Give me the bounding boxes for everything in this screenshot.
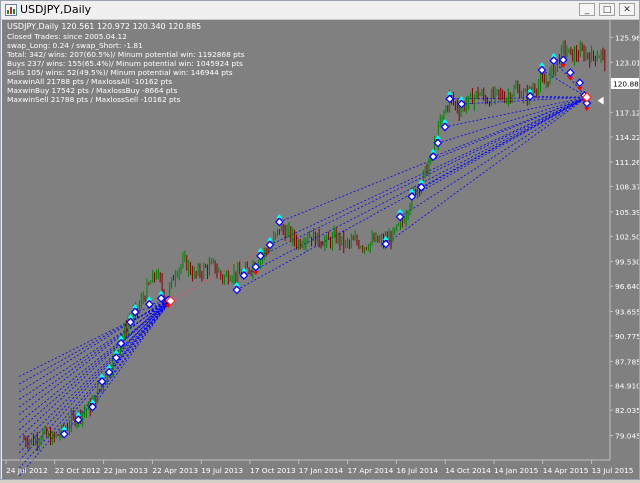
time-tick-label: 24 Jul 2012 [6,466,48,475]
trade-line [530,95,587,98]
buy-arrow-icon [441,118,448,123]
buy-arrow-icon [276,213,283,218]
buy-arrow-icon [397,208,404,213]
sell-entry-marker [575,78,585,88]
trade-line [18,297,171,438]
price-tick-label: 96.640 [615,282,639,291]
buy-entry-marker [256,251,265,261]
buy-arrow-icon [538,62,545,67]
sell-arrow-icon [567,76,574,81]
sell-arrow-icon [583,107,590,112]
time-tick-label: 17 Jan 2014 [299,466,344,475]
price-tick-label: 99.530 [615,258,639,267]
buy-entry-marker [116,338,126,348]
buy-arrow-icon [233,281,240,286]
trade-line [19,298,171,408]
trade-line [19,298,171,385]
buy-arrow-icon [257,247,264,252]
trade-line [19,297,171,393]
trade-line [19,297,171,415]
price-tick-label: 114.225 [615,133,639,142]
window-title: USDJPY,Daily [20,3,92,16]
time-tick-label: 14 Apr 2015 [543,466,589,475]
trade-line [18,300,171,446]
buy-arrow-icon [550,52,557,57]
buy-entry-marker [433,138,443,148]
trade-line [19,300,171,377]
buy-entry-marker [407,192,417,201]
buy-arrow-icon [117,335,124,340]
trade-line [433,96,588,158]
sell-exit-arrow-icon [597,96,604,105]
price-tick-label: 93.655 [615,307,639,316]
price-tick-label: 111.260 [615,158,639,167]
current-price-label: 120.885 [613,80,639,89]
info-line-sells: Sells 105/ wins: 52(49.5%)/ Minum potent… [7,68,233,77]
sell-arrow-icon [576,86,583,91]
chart-window-icon [5,4,17,16]
info-line-swap: swap_Long: 0.24 / swap_Short: -1.81 [7,41,143,50]
info-line-maxwin-all: MaxwinAll 21788 pts / MaxlossAll -10162 … [7,77,172,86]
chart-window: USDJPY,Daily _ □ ✕ USDJPY,Daily 120.561 … [0,0,640,480]
price-tick-label: 117.125 [615,108,639,117]
price-tick-label: 87.785 [615,357,639,366]
buy-entry-marker [265,240,275,250]
time-tick-label: 17 Apr 2014 [348,466,394,475]
price-tick-label: 125.965 [615,33,639,42]
trade-line [18,298,171,477]
buy-arrow-icon [458,96,465,101]
buy-arrow-icon [446,90,453,95]
buy-entry-marker [232,285,242,295]
chart-canvas[interactable]: USDJPY,Daily 120.561 120.972 120.340 120… [2,20,640,479]
price-tick-label: 105.395 [615,208,639,217]
buy-arrow-icon [99,373,106,378]
time-tick-label: 19 Jul 2013 [201,466,243,475]
info-line-buys: Buys 237/ wins: 155(65.4%)/ Minum potent… [7,59,243,68]
time-tick-label: 17 Oct 2013 [250,466,296,475]
buy-entry-marker [537,65,547,75]
time-tick-label: 14 Oct 2014 [445,466,491,475]
buy-arrow-icon [266,236,273,241]
price-tick-label: 79.045 [615,431,639,440]
price-tick-label: 84.910 [615,382,639,391]
time-tick-label: 13 Jul 2015 [592,466,634,475]
buy-entry-marker [440,122,450,132]
close-button[interactable]: ✕ [619,3,635,16]
buy-arrow-icon [158,290,165,295]
trade-line [399,96,588,218]
info-line-total: Total: 342/ wins: 207(60.5%)/ Minum pote… [6,50,245,59]
maximize-button[interactable]: □ [599,3,615,16]
trade-line [19,298,171,431]
buy-entry-marker [445,94,455,104]
time-tick-label: 14 Jan 2015 [494,466,539,475]
price-tick-label: 102.505 [615,232,639,241]
trade-line [243,96,588,276]
price-tick-label: 108.375 [615,183,639,192]
price-chart[interactable]: USDJPY,Daily 120.561 120.972 120.340 120… [2,20,640,479]
time-tick-label: 22 Jan 2013 [104,466,149,475]
time-tick-label: 22 Oct 2012 [55,466,101,475]
buy-arrow-icon [527,88,534,93]
time-tick-label: 22 Apr 2013 [152,466,198,475]
price-tick-label: 82.035 [615,406,639,415]
buy-entry-marker [549,56,559,66]
price-tick-label: 123.015 [615,58,639,67]
buy-entry-marker [275,217,284,227]
buy-arrow-icon [430,148,437,153]
info-line-maxwin-buy: MaxwinBuy 17542 pts / MaxlossBuy -8664 p… [7,86,177,95]
sell-entry-marker [558,55,568,65]
price-tick-label: 90.775 [615,332,639,341]
buy-arrow-icon [434,135,441,140]
info-line-closed-trades: Closed Trades: since 2005.04.12 [7,32,127,41]
sell-entry-marker [565,68,575,78]
buy-arrow-icon [132,303,139,308]
minimize-button[interactable]: _ [579,3,595,16]
window-titlebar[interactable]: USDJPY,Daily _ □ ✕ [1,1,639,20]
trade-line [385,96,588,245]
trade-line [18,297,171,461]
sell-arrow-icon [252,270,259,275]
time-tick-label: 16 Jul 2014 [396,466,438,475]
info-header: USDJPY,Daily 120.561 120.972 120.340 120… [7,22,201,31]
info-line-maxwin-sell: MaxwinSell 21788 pts / MaxlossSell -1016… [7,95,181,104]
